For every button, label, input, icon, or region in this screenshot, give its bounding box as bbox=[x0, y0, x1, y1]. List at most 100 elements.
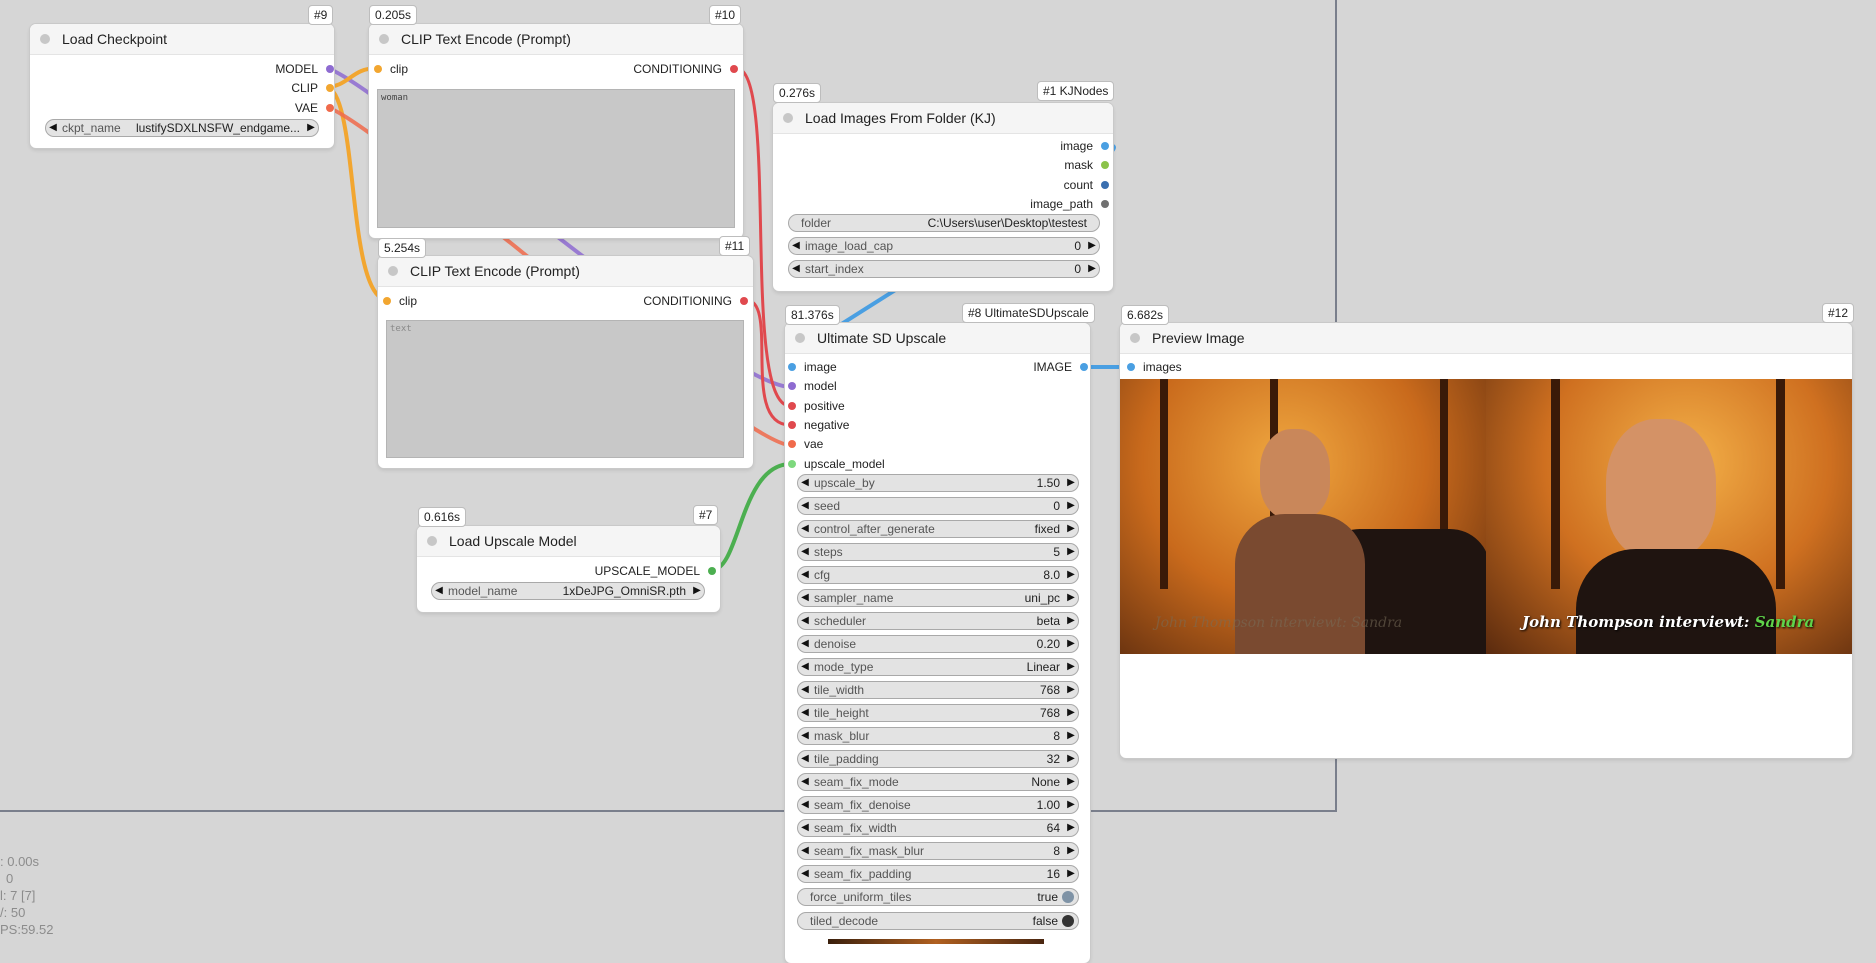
arrow-right-icon[interactable]: ▶ bbox=[690, 583, 704, 599]
output-image[interactable]: image bbox=[1060, 139, 1109, 153]
arrow-right-icon[interactable]: ▶ bbox=[1064, 774, 1078, 790]
widget-scheduler[interactable]: ◀ scheduler beta ▶ bbox=[797, 612, 1079, 630]
node-load-images-from-folder[interactable]: Load Images From Folder (KJ) image mask … bbox=[773, 103, 1113, 291]
pin-icon[interactable] bbox=[1101, 142, 1109, 150]
widget-seam-fix-padding[interactable]: ◀ seam_fix_padding 16 ▶ bbox=[797, 865, 1079, 883]
arrow-right-icon[interactable]: ▶ bbox=[1064, 659, 1078, 675]
arrow-right-icon[interactable]: ▶ bbox=[1064, 751, 1078, 767]
arrow-left-icon[interactable]: ◀ bbox=[798, 843, 812, 859]
pin-icon[interactable] bbox=[374, 65, 382, 73]
arrow-left-icon[interactable]: ◀ bbox=[798, 866, 812, 882]
collapse-dot-icon[interactable] bbox=[1130, 333, 1140, 343]
pin-icon[interactable] bbox=[1101, 161, 1109, 169]
arrow-right-icon[interactable]: ▶ bbox=[1064, 682, 1078, 698]
arrow-left-icon[interactable]: ◀ bbox=[798, 659, 812, 675]
input-model[interactable]: model bbox=[788, 379, 837, 393]
pin-icon[interactable] bbox=[1101, 181, 1109, 189]
arrow-left-icon[interactable]: ◀ bbox=[798, 521, 812, 537]
arrow-left-icon[interactable]: ◀ bbox=[798, 590, 812, 606]
pin-icon[interactable] bbox=[326, 65, 334, 73]
widget-seam-fix-mask-blur[interactable]: ◀ seam_fix_mask_blur 8 ▶ bbox=[797, 842, 1079, 860]
node-header[interactable]: Load Checkpoint bbox=[30, 24, 334, 55]
output-upscale-model[interactable]: UPSCALE_MODEL bbox=[595, 564, 716, 578]
node-header[interactable]: Preview Image bbox=[1120, 323, 1852, 354]
arrow-right-icon[interactable]: ▶ bbox=[1064, 636, 1078, 652]
arrow-right-icon[interactable]: ▶ bbox=[1064, 728, 1078, 744]
input-images[interactable]: images bbox=[1127, 360, 1182, 374]
prompt-textarea[interactable]: woman bbox=[377, 89, 735, 228]
arrow-right-icon[interactable]: ▶ bbox=[1064, 797, 1078, 813]
arrow-right-icon[interactable]: ▶ bbox=[1085, 238, 1099, 254]
output-mask[interactable]: mask bbox=[1064, 158, 1109, 172]
input-upscale-model[interactable]: upscale_model bbox=[788, 457, 885, 471]
widget-seam-fix-mode[interactable]: ◀ seam_fix_mode None ▶ bbox=[797, 773, 1079, 791]
arrow-left-icon[interactable]: ◀ bbox=[789, 261, 803, 277]
widget-mask-blur[interactable]: ◀ mask_blur 8 ▶ bbox=[797, 727, 1079, 745]
pin-icon[interactable] bbox=[788, 421, 796, 429]
toggle-on-icon[interactable] bbox=[1062, 891, 1074, 903]
node-header[interactable]: Load Upscale Model bbox=[417, 526, 720, 557]
arrow-right-icon[interactable]: ▶ bbox=[1064, 866, 1078, 882]
widget-denoise[interactable]: ◀ denoise 0.20 ▶ bbox=[797, 635, 1079, 653]
pin-icon[interactable] bbox=[1101, 200, 1109, 208]
preview-image-output[interactable]: John Thompson interviewt: Sandra John Th… bbox=[1120, 379, 1852, 654]
widget-image-load-cap[interactable]: ◀ image_load_cap 0 ▶ bbox=[788, 237, 1100, 255]
widget-sampler-name[interactable]: ◀ sampler_name uni_pc ▶ bbox=[797, 589, 1079, 607]
input-clip[interactable]: clip bbox=[383, 294, 417, 308]
output-clip[interactable]: CLIP bbox=[291, 81, 334, 95]
widget-ckpt-name[interactable]: ◀ ckpt_name lustifySDXLNSFW_endgame... ▶ bbox=[45, 119, 319, 137]
arrow-left-icon[interactable]: ◀ bbox=[798, 544, 812, 560]
widget-tiled-decode[interactable]: tiled_decode false bbox=[797, 912, 1079, 930]
collapse-dot-icon[interactable] bbox=[388, 266, 398, 276]
prompt-textarea[interactable]: text bbox=[386, 320, 744, 458]
arrow-left-icon[interactable]: ◀ bbox=[432, 583, 446, 599]
arrow-left-icon[interactable]: ◀ bbox=[798, 613, 812, 629]
arrow-right-icon[interactable]: ▶ bbox=[304, 120, 318, 136]
node-header[interactable]: Ultimate SD Upscale bbox=[785, 323, 1090, 354]
widget-tile-height[interactable]: ◀ tile_height 768 ▶ bbox=[797, 704, 1079, 722]
widget-upscale-by[interactable]: ◀ upscale_by 1.50 ▶ bbox=[797, 474, 1079, 492]
arrow-left-icon[interactable]: ◀ bbox=[798, 751, 812, 767]
arrow-right-icon[interactable]: ▶ bbox=[1064, 521, 1078, 537]
collapse-dot-icon[interactable] bbox=[427, 536, 437, 546]
arrow-right-icon[interactable]: ▶ bbox=[1064, 843, 1078, 859]
arrow-left-icon[interactable]: ◀ bbox=[798, 567, 812, 583]
pin-icon[interactable] bbox=[740, 297, 748, 305]
node-preview-image[interactable]: Preview Image images John Thompson inter… bbox=[1120, 323, 1852, 758]
arrow-left-icon[interactable]: ◀ bbox=[798, 498, 812, 514]
pin-icon[interactable] bbox=[788, 402, 796, 410]
widget-start-index[interactable]: ◀ start_index 0 ▶ bbox=[788, 260, 1100, 278]
widget-control-after-generate[interactable]: ◀ control_after_generate fixed ▶ bbox=[797, 520, 1079, 538]
output-conditioning[interactable]: CONDITIONING bbox=[633, 62, 738, 76]
arrow-right-icon[interactable]: ▶ bbox=[1064, 567, 1078, 583]
pin-icon[interactable] bbox=[788, 363, 796, 371]
arrow-left-icon[interactable]: ◀ bbox=[798, 636, 812, 652]
arrow-left-icon[interactable]: ◀ bbox=[798, 705, 812, 721]
output-count[interactable]: count bbox=[1064, 178, 1109, 192]
widget-force-uniform-tiles[interactable]: force_uniform_tiles true bbox=[797, 888, 1079, 906]
arrow-left-icon[interactable]: ◀ bbox=[798, 820, 812, 836]
arrow-left-icon[interactable]: ◀ bbox=[798, 475, 812, 491]
arrow-right-icon[interactable]: ▶ bbox=[1064, 613, 1078, 629]
widget-model-name[interactable]: ◀ model_name 1xDeJPG_OmniSR.pth ▶ bbox=[431, 582, 705, 600]
collapse-dot-icon[interactable] bbox=[795, 333, 805, 343]
widget-cfg[interactable]: ◀ cfg 8.0 ▶ bbox=[797, 566, 1079, 584]
collapse-dot-icon[interactable] bbox=[40, 34, 50, 44]
arrow-left-icon[interactable]: ◀ bbox=[46, 120, 60, 136]
arrow-left-icon[interactable]: ◀ bbox=[798, 682, 812, 698]
input-positive[interactable]: positive bbox=[788, 399, 845, 413]
arrow-left-icon[interactable]: ◀ bbox=[798, 728, 812, 744]
widget-seam-fix-denoise[interactable]: ◀ seam_fix_denoise 1.00 ▶ bbox=[797, 796, 1079, 814]
widget-tile-width[interactable]: ◀ tile_width 768 ▶ bbox=[797, 681, 1079, 699]
output-vae[interactable]: VAE bbox=[295, 101, 334, 115]
pin-icon[interactable] bbox=[708, 567, 716, 575]
input-clip[interactable]: clip bbox=[374, 62, 408, 76]
node-load-checkpoint[interactable]: Load Checkpoint MODEL CLIP VAE ◀ ckpt_na… bbox=[30, 24, 334, 148]
widget-tile-padding[interactable]: ◀ tile_padding 32 ▶ bbox=[797, 750, 1079, 768]
input-negative[interactable]: negative bbox=[788, 418, 849, 432]
arrow-left-icon[interactable]: ◀ bbox=[789, 238, 803, 254]
arrow-right-icon[interactable]: ▶ bbox=[1064, 820, 1078, 836]
widget-steps[interactable]: ◀ steps 5 ▶ bbox=[797, 543, 1079, 561]
widget-folder[interactable]: folder C:\Users\user\Desktop\testest bbox=[788, 214, 1100, 232]
pin-icon[interactable] bbox=[730, 65, 738, 73]
